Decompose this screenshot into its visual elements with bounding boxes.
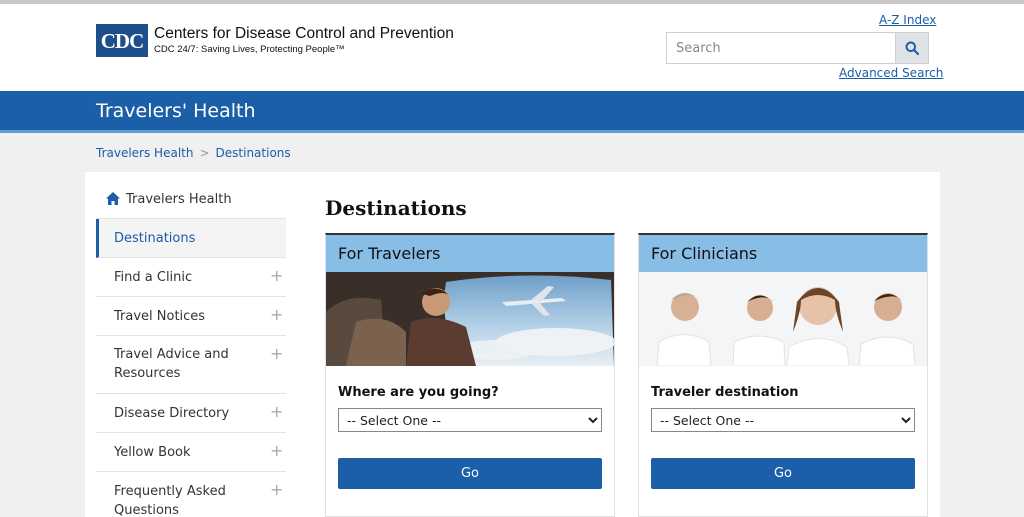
org-name[interactable]: Centers for Disease Control and Preventi… xyxy=(154,25,454,43)
travelers-card: For Travelers Where are you going? -- Se… xyxy=(325,233,615,517)
destination-field-label: Where are you going? xyxy=(338,385,499,400)
group-of-doctors-image xyxy=(639,272,927,366)
sidebar-item-yellow-book[interactable]: Yellow Book + xyxy=(96,433,286,472)
search-icon xyxy=(905,41,919,55)
card-header: For Travelers xyxy=(326,235,614,272)
sidebar-item-destinations[interactable]: Destinations xyxy=(96,219,286,258)
sidebar-item-label: Frequently Asked Questions xyxy=(114,484,226,517)
banner-title[interactable]: Travelers' Health xyxy=(96,100,256,122)
search-button[interactable] xyxy=(895,33,928,63)
sidebar-item-find-a-clinic[interactable]: Find a Clinic + xyxy=(96,258,286,297)
go-button[interactable]: Go xyxy=(338,458,602,489)
sidebar-item-label: Destinations xyxy=(114,231,196,246)
expand-icon[interactable]: + xyxy=(270,307,283,323)
site-header: CDC Centers for Disease Control and Prev… xyxy=(0,4,1024,91)
org-tagline: CDC 24/7: Saving Lives, Protecting Peopl… xyxy=(154,44,345,55)
sidebar-item-travel-advice[interactable]: Travel Advice and Resources + xyxy=(96,336,286,394)
card-heading: For Clinicians xyxy=(651,244,758,263)
breadcrumb-separator: > xyxy=(199,146,210,160)
advanced-search-link[interactable]: Advanced Search xyxy=(839,66,943,80)
go-button[interactable]: Go xyxy=(651,458,915,489)
sidebar-home-label: Travelers Health xyxy=(126,192,232,207)
section-banner: Travelers' Health xyxy=(0,91,1024,133)
search-input[interactable] xyxy=(667,33,895,63)
sidebar-item-disease-directory[interactable]: Disease Directory + xyxy=(96,394,286,433)
sidebar-item-label: Travel Advice and Resources xyxy=(114,347,229,381)
sidebar-home[interactable]: Travelers Health xyxy=(96,182,286,219)
sidebar-item-label: Disease Directory xyxy=(114,406,230,421)
search-form xyxy=(666,32,929,64)
breadcrumb-travelers-health[interactable]: Travelers Health xyxy=(96,146,193,160)
sidebar-item-label: Travel Notices xyxy=(114,309,206,324)
breadcrumb: Travelers Health > Destinations xyxy=(96,146,291,160)
page-title: Destinations xyxy=(325,196,467,220)
card-header: For Clinicians xyxy=(639,235,927,272)
sidebar-item-travel-notices[interactable]: Travel Notices + xyxy=(96,297,286,336)
traveler-destination-select[interactable]: -- Select One -- xyxy=(651,408,915,432)
cdc-logo[interactable]: CDC xyxy=(96,24,148,57)
expand-icon[interactable]: + xyxy=(270,404,283,420)
breadcrumb-destinations[interactable]: Destinations xyxy=(216,146,291,160)
expand-icon[interactable]: + xyxy=(270,482,283,498)
expand-icon[interactable]: + xyxy=(270,443,283,459)
expand-icon[interactable]: + xyxy=(270,268,283,284)
side-navigation: Travelers Health Destinations Find a Cli… xyxy=(96,182,286,517)
expand-icon[interactable]: + xyxy=(270,346,283,362)
clinicians-card: For Clinicians Traveler destination -- S… xyxy=(638,233,928,517)
destination-select[interactable]: -- Select One -- xyxy=(338,408,602,432)
sidebar-item-faq[interactable]: Frequently Asked Questions + xyxy=(96,472,286,517)
sidebar-item-label: Find a Clinic xyxy=(114,270,193,285)
az-index-link[interactable]: A-Z Index xyxy=(879,13,936,27)
traveler-on-airplane-image xyxy=(326,272,614,366)
sidebar-item-label: Yellow Book xyxy=(114,445,191,460)
home-icon xyxy=(106,192,120,205)
card-heading: For Travelers xyxy=(338,244,441,263)
traveler-destination-label: Traveler destination xyxy=(651,385,799,400)
